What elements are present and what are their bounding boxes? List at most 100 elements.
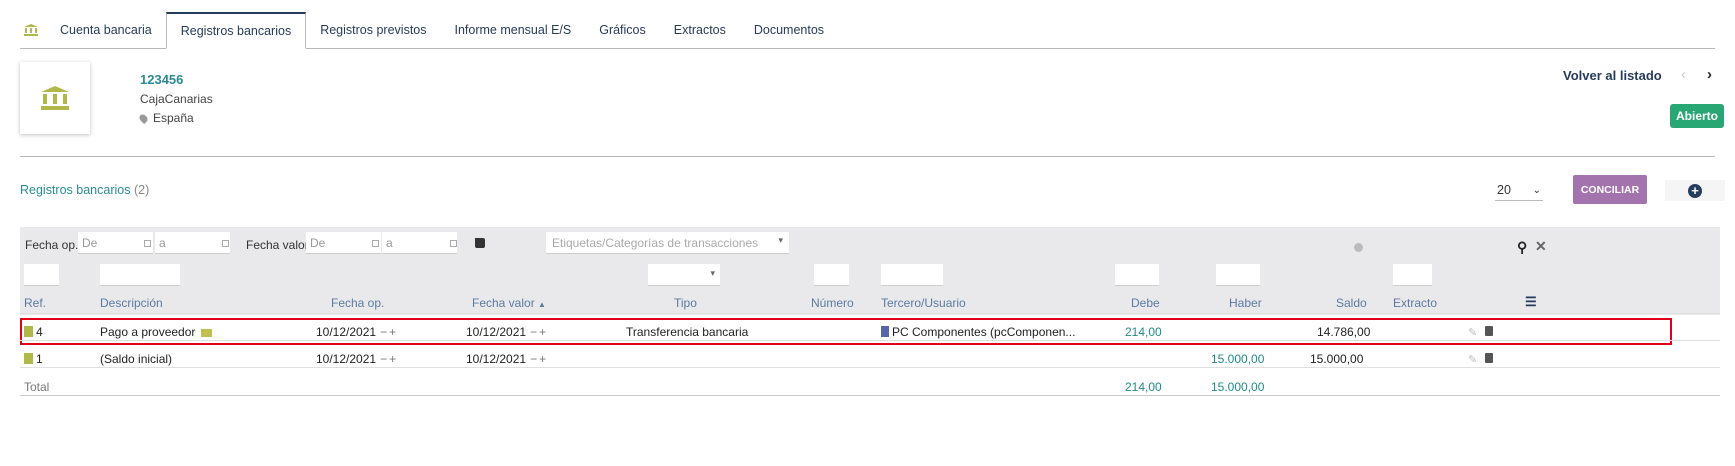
search-tipo-select[interactable]: ▾ — [648, 264, 720, 286]
fecha-op-from-input[interactable]: De — [78, 232, 153, 254]
tab-registros-previstos[interactable]: Registros previstos — [306, 12, 440, 48]
row-ref-value: 4 — [36, 325, 43, 339]
tab-home[interactable] — [20, 12, 46, 48]
tab-graficos[interactable]: Gráficos — [585, 12, 660, 48]
col-debe[interactable]: Debe — [1131, 296, 1160, 310]
table-row-tercero[interactable]: PC Componentes (pcComponen... — [881, 325, 1075, 339]
table-row-fecha-valor: 10/12/2021 −+ — [466, 325, 548, 339]
filter-fecha-valor-label: Fecha valor — [246, 238, 309, 252]
tab-cuenta-bancaria[interactable]: Cuenta bancaria — [46, 12, 166, 48]
conciliar-button[interactable]: CONCILIAR — [1573, 175, 1647, 204]
fecha-valor-from-input[interactable]: De — [306, 232, 381, 254]
bank-icon — [24, 24, 38, 36]
search-icon[interactable]: ⚲ — [1517, 239, 1527, 256]
row-fecha-op-value: 10/12/2021 — [316, 352, 377, 366]
minus-plus-icon[interactable]: −+ — [380, 352, 398, 366]
country-label: España — [153, 111, 194, 125]
chevron-left-icon[interactable]: ‹ — [1681, 66, 1686, 83]
totals-label: Total — [24, 380, 50, 394]
tags-filter-select[interactable]: Etiquetas/Categorías de transacciones ▾ — [546, 232, 789, 254]
chevron-down-icon: ▾ — [710, 268, 715, 278]
minus-plus-icon[interactable]: −+ — [380, 325, 398, 339]
payment-icon — [200, 329, 212, 337]
minus-plus-icon[interactable]: −+ — [530, 325, 548, 339]
table-row-fecha-op: 10/12/2021 −+ — [316, 352, 398, 366]
col-tercero[interactable]: Tercero/Usuario — [881, 296, 966, 310]
building-icon — [881, 326, 889, 337]
chevron-down-icon: ▾ — [778, 235, 783, 245]
calendar-icon[interactable] — [450, 240, 457, 247]
col-saldo[interactable]: Saldo — [1336, 296, 1367, 310]
col-fecha-valor[interactable]: Fecha valor ▲ — [472, 296, 546, 310]
calendar-icon[interactable] — [144, 240, 151, 247]
row-fecha-op-value: 10/12/2021 — [316, 325, 377, 339]
search-numero-input[interactable] — [814, 264, 849, 286]
col-ref[interactable]: Ref. — [24, 296, 46, 310]
search-debe-input[interactable] — [1115, 264, 1159, 286]
tab-documentos[interactable]: Documentos — [740, 12, 838, 48]
back-to-list-link[interactable]: Volver al listado — [1563, 68, 1662, 83]
divider — [20, 156, 1715, 157]
col-descripcion[interactable]: Descripción — [100, 296, 163, 310]
table-row-haber: 15.000,00 — [1211, 352, 1265, 366]
tab-extractos[interactable]: Extractos — [660, 12, 740, 48]
bank-icon — [41, 86, 69, 110]
status-badge: Abierto — [1670, 104, 1724, 128]
search-descripcion-input[interactable] — [100, 264, 180, 286]
tag-icon — [475, 238, 485, 248]
col-fecha-valor-label: Fecha valor — [472, 296, 535, 310]
row-divider — [20, 313, 1720, 314]
pencil-icon[interactable]: ✎ — [1468, 326, 1477, 339]
row-divider — [20, 340, 1720, 341]
document-icon — [24, 353, 33, 364]
trash-icon[interactable] — [1485, 353, 1493, 363]
bank-name: CajaCanarias — [140, 92, 213, 106]
row-divider — [20, 367, 1720, 368]
page-size-value: 20 — [1497, 183, 1511, 197]
search-ref-input[interactable] — [24, 264, 59, 286]
account-country: España — [137, 111, 194, 125]
document-icon — [24, 326, 33, 337]
trash-icon[interactable] — [1485, 326, 1493, 336]
section-title: Registros bancarios (2) — [20, 183, 149, 197]
search-haber-input[interactable] — [1216, 264, 1260, 286]
calendar-icon[interactable] — [222, 240, 229, 247]
table-row-saldo: 15.000,00 — [1310, 352, 1364, 366]
search-extracto-input[interactable] — [1393, 264, 1432, 286]
totals-haber: 15.000,00 — [1211, 380, 1265, 394]
calendar-icon[interactable] — [372, 240, 379, 247]
account-logo — [20, 62, 90, 134]
col-extracto[interactable]: Extracto — [1393, 296, 1437, 310]
row-fecha-valor-value: 10/12/2021 — [466, 352, 527, 366]
table-row-ref[interactable]: 1 — [24, 352, 43, 366]
search-tercero-input[interactable] — [881, 264, 943, 286]
close-icon[interactable]: ✕ — [1535, 238, 1547, 255]
col-numero[interactable]: Número — [811, 296, 854, 310]
table-row-fecha-valor: 10/12/2021 −+ — [466, 352, 548, 366]
table-row-ref[interactable]: 4 — [24, 325, 43, 339]
add-record-button[interactable]: + — [1665, 180, 1725, 201]
fecha-op-to-input[interactable]: a — [155, 232, 230, 254]
account-number[interactable]: 123456 — [140, 72, 183, 87]
table-row-tipo: Transferencia bancaria — [626, 325, 749, 339]
table-row-descripcion: Pago a proveedor — [100, 325, 212, 339]
chevron-right-icon[interactable]: › — [1707, 66, 1712, 83]
tab-informe-mensual[interactable]: Informe mensual E/S — [441, 12, 586, 48]
page-size-select[interactable]: 20 ⌄ — [1495, 180, 1543, 201]
tab-registros-bancarios[interactable]: Registros bancarios — [165, 12, 307, 49]
filter-fecha-op-label: Fecha op. — [25, 238, 79, 252]
table-row-debe: 214,00 — [1125, 325, 1162, 339]
col-haber[interactable]: Haber — [1229, 296, 1262, 310]
record-count: (2) — [133, 183, 150, 197]
list-icon[interactable]: ☰ — [1525, 294, 1537, 310]
info-icon[interactable] — [1354, 243, 1363, 252]
row-descripcion-value: Pago a proveedor — [100, 325, 196, 339]
tags-filter-placeholder: Etiquetas/Categorías de transacciones — [552, 236, 759, 250]
col-fecha-op[interactable]: Fecha op. — [331, 296, 384, 310]
col-tipo[interactable]: Tipo — [674, 296, 697, 310]
fecha-valor-to-input[interactable]: a — [382, 232, 457, 254]
tab-bar: Cuenta bancaria Registros bancarios Regi… — [20, 12, 1715, 49]
pencil-icon[interactable]: ✎ — [1468, 353, 1477, 366]
chevron-down-icon: ⌄ — [1532, 184, 1541, 196]
minus-plus-icon[interactable]: −+ — [530, 352, 548, 366]
